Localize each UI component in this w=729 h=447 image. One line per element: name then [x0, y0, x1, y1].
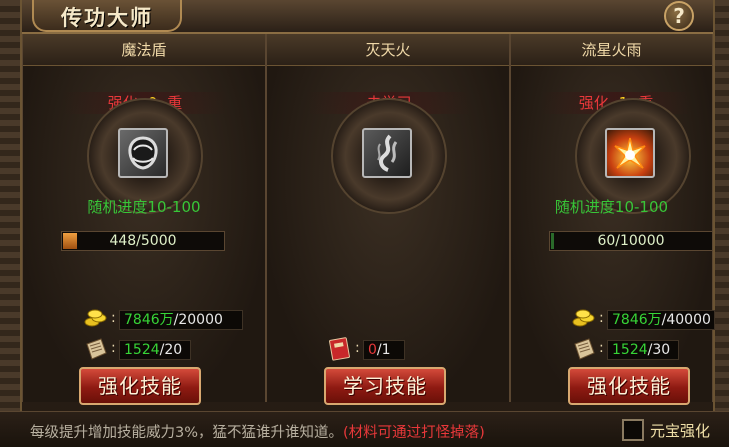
gold-need: /20000 [173, 312, 223, 328]
book-need: /20 [159, 342, 183, 358]
colon: : [599, 310, 604, 326]
gold-have: 7846万 [612, 312, 662, 328]
progress-bar-label: 448/5000 [109, 233, 177, 249]
skill-name: 流星火雨 [581, 41, 642, 59]
colon: : [599, 340, 604, 356]
footer-bar: 每级提升增加技能威力3%，猛不猛谁升谁知道。(材料可通过打怪掉落) 元宝强化 [0, 411, 729, 447]
window-title: 传功大师 [61, 5, 153, 30]
gold-cost-box: 7846万/20000 [119, 310, 243, 330]
ingot-enhance-checkbox[interactable] [622, 419, 644, 441]
skill-header: 灭天火 [267, 34, 509, 66]
colon: : [111, 340, 116, 356]
book-need: /1 [376, 342, 391, 358]
gold-coins-icon [571, 306, 597, 330]
frame-right-border [713, 0, 729, 447]
frame-left-border [0, 0, 22, 447]
book-cost-box: 1524/20 [119, 340, 191, 360]
sky-fire-icon[interactable] [362, 128, 412, 178]
footer-info-red: (材料可通过打怪掉落) [343, 425, 485, 441]
skill-header: 流星火雨 [511, 34, 712, 66]
gold-coins-icon [83, 306, 109, 330]
book-cost-box: 1524/30 [607, 340, 679, 360]
colon: : [111, 310, 116, 326]
scroll-icon [83, 336, 109, 360]
footer-info-text: 每级提升增加技能威力3%，猛不猛谁升谁知道。 [30, 425, 344, 441]
skill-panel-meteor-fire-rain: 流星火雨 强化1重 随机进度10-100 60/10000 : 7846万/40… [510, 34, 715, 405]
book-have: 0 [368, 342, 377, 358]
progress-bar: 448/5000 [61, 231, 225, 251]
colon: : [355, 340, 360, 356]
skill-header: 魔法盾 [23, 34, 265, 66]
help-button[interactable]: ? [664, 1, 694, 31]
skill-book-icon [327, 336, 353, 361]
book-cost-box: 0/1 [363, 340, 405, 360]
skill-master-window: 传功大师 ? 魔法盾 强化0重 随机进度10-100 448/5000 [0, 0, 729, 447]
random-progress-text: 随机进度10-100 [554, 198, 669, 216]
book-have: 1524 [612, 342, 648, 358]
footer-info: 每级提升增加技能威力3%，猛不猛谁升谁知道。(材料可通过打怪掉落) [30, 421, 485, 442]
skill-name: 魔法盾 [121, 41, 167, 59]
skill-panel-magic-shield: 魔法盾 强化0重 随机进度10-100 448/5000 : 7846万/200… [22, 34, 266, 405]
enhance-skill-button[interactable]: 强化技能 [79, 367, 201, 405]
book-need: /30 [647, 342, 671, 358]
progress-bar: 60/10000 [549, 231, 713, 251]
progress-bar-label: 60/10000 [597, 233, 665, 249]
enhance-skill-button[interactable]: 强化技能 [568, 367, 690, 405]
learn-skill-button[interactable]: 学习技能 [324, 367, 446, 405]
book-have: 1524 [124, 342, 160, 358]
scroll-icon [571, 336, 597, 360]
ingot-enhance-label: 元宝强化 [650, 422, 711, 440]
skill-panel-sky-fire: 灭天火 未学习 : 0/1 学习技能 [266, 34, 510, 405]
skill-name: 灭天火 [365, 41, 411, 59]
magic-shield-icon[interactable] [118, 128, 168, 178]
title-bar: 传功大师 ? [0, 0, 729, 34]
meteor-fire-rain-icon[interactable] [605, 128, 655, 178]
gold-cost-box: 7846万/40000 [607, 310, 715, 330]
gold-need: /40000 [661, 312, 711, 328]
title-plate: 传功大师 [32, 0, 182, 32]
random-progress-text: 随机进度10-100 [87, 198, 201, 216]
gold-have: 7846万 [124, 312, 174, 328]
